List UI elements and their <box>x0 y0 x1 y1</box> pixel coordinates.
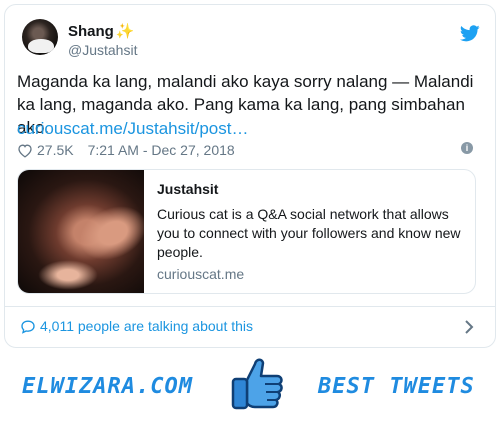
link-title: Justahsit <box>157 181 219 197</box>
divider <box>4 306 496 307</box>
link-thumbnail <box>18 170 144 293</box>
twitter-bird-icon[interactable] <box>460 25 480 42</box>
conversation-link[interactable]: 4,011 people are talking about this <box>20 318 253 334</box>
tweet-link[interactable]: curiouscat.me/Justahsit/post… <box>17 117 248 140</box>
timestamp[interactable]: 7:21 AM - Dec 27, 2018 <box>88 142 235 158</box>
chevron-right-icon[interactable] <box>464 320 474 334</box>
footer-tagline[interactable]: BEST TWEETS <box>318 374 475 399</box>
link-description: Curious cat is a Q&A social network that… <box>157 206 461 260</box>
link-domain: curiouscat.me <box>157 266 245 282</box>
footer-banner: ELWIZARA.COM BEST TWEETS <box>0 352 500 421</box>
heart-icon[interactable] <box>17 143 33 158</box>
sparkle-emoji: ✨ <box>115 23 135 40</box>
user-name[interactable]: Shang ✨ <box>68 22 135 40</box>
user-handle[interactable]: @Justahsit <box>68 42 137 58</box>
footer-site-name[interactable]: ELWIZARA.COM <box>22 374 193 399</box>
link-body: Justahsit Curious cat is a Q&A social ne… <box>144 170 475 293</box>
speech-bubble-icon <box>21 319 35 334</box>
like-count[interactable]: 27.5K <box>37 142 74 158</box>
link-preview-card[interactable]: Justahsit Curious cat is a Q&A social ne… <box>17 169 476 294</box>
info-icon[interactable]: i <box>461 142 473 154</box>
conversation-label[interactable]: 4,011 people are talking about this <box>40 318 253 334</box>
tweet-meta: 27.5K 7:21 AM - Dec 27, 2018 <box>17 140 235 160</box>
thumbs-up-icon <box>231 358 283 410</box>
avatar[interactable] <box>22 19 58 55</box>
user-name-text[interactable]: Shang <box>68 23 114 40</box>
